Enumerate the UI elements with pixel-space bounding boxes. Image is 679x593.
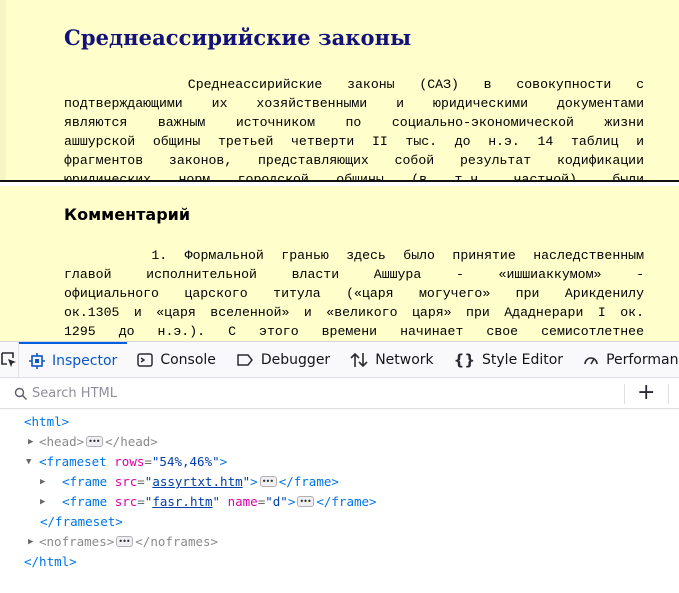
tag-text: </frameset>: [40, 514, 123, 529]
bottom-frame: Комментарий 1. Формальной гранью здесь б…: [0, 186, 679, 341]
tab-style-editor[interactable]: {} Style Editor: [444, 342, 573, 378]
expand-arrow-icon[interactable]: ▶: [28, 532, 33, 552]
intro-paragraph: Среднеассирийские законы (САЗ) в совокуп…: [64, 75, 644, 180]
text-line: являются важным источником по социально-…: [64, 115, 644, 130]
collapsed-content-icon[interactable]: [297, 492, 315, 512]
tag-text: </head>: [105, 434, 158, 449]
collapsed-content-icon[interactable]: [259, 472, 277, 492]
tag-text: <html>: [24, 414, 70, 429]
style-editor-icon: {}: [453, 350, 476, 369]
search-html-input[interactable]: [32, 386, 592, 401]
divider: [668, 384, 669, 404]
expand-arrow-icon[interactable]: ▶: [28, 432, 33, 452]
divider: [624, 384, 625, 404]
tab-network[interactable]: Network: [340, 342, 443, 378]
inspector-icon: [29, 352, 45, 369]
tree-node-frame[interactable]: ▶ <frame src="fasr.htm" name="d"></frame…: [40, 492, 377, 512]
text-line: 1. Формальной гранью здесь было принятие…: [64, 248, 644, 263]
text-line: официального царского титула («царя могу…: [64, 286, 644, 301]
tree-node-head[interactable]: ▶ <head></head>: [24, 432, 158, 452]
expand-arrow-icon[interactable]: ▶: [40, 492, 45, 512]
text-line: 1295 до н.э.). С этого времени начинает …: [64, 324, 644, 339]
tab-console[interactable]: Console: [127, 342, 226, 378]
tab-label: Style Editor: [482, 351, 564, 368]
tab-label: Inspector: [52, 352, 118, 369]
tag-text: </noframes>: [135, 534, 219, 549]
tag-text: </frame>: [316, 494, 377, 509]
collapse-arrow-icon[interactable]: ▼: [26, 452, 31, 472]
text-line: ок.1305 и «царя вселенной» и «великого ц…: [64, 305, 644, 320]
collapsed-content-icon[interactable]: [116, 532, 134, 552]
tag-text: <frame: [62, 474, 108, 489]
tag-text: </frame>: [278, 474, 339, 489]
performance-icon: [584, 356, 598, 364]
tab-inspector[interactable]: Inspector: [19, 341, 128, 378]
tag-text: <noframes>: [39, 534, 115, 549]
attr-value: "54%,46%": [151, 454, 220, 469]
tab-performance[interactable]: Performance: [573, 342, 679, 378]
tree-node-html-close[interactable]: </html>: [24, 552, 77, 572]
element-picker-icon: [1, 351, 16, 367]
top-frame: Среднеассирийские законы Среднеассирийск…: [0, 0, 679, 180]
tree-node-html[interactable]: <html>: [24, 412, 69, 432]
tab-label: Debugger: [260, 351, 331, 368]
attr-name: src: [114, 494, 138, 509]
attr-value: "d": [265, 494, 288, 509]
comment-title: Комментарий: [64, 205, 191, 224]
page-title: Среднеассирийские законы: [64, 25, 412, 50]
element-picker-button[interactable]: [0, 341, 19, 378]
tag-text: <frame: [62, 494, 108, 509]
add-node-button[interactable]: +: [637, 382, 655, 404]
src-link[interactable]: assyrtxt.htm: [152, 474, 242, 489]
text-line: главой исполнительной власти Ашшура - «и…: [64, 267, 644, 282]
tab-label: Network: [375, 351, 434, 368]
devtools-panel: Inspector Console Debugger Network {} St…: [0, 341, 679, 593]
tree-node-frame[interactable]: ▶ <frame src="assyrtxt.htm"></frame>: [40, 472, 339, 492]
tab-debugger[interactable]: Debugger: [226, 342, 340, 378]
tag-text: <frameset: [39, 454, 107, 469]
tree-node-frameset-close[interactable]: </frameset>: [40, 512, 123, 532]
tab-label: Console: [160, 351, 216, 368]
console-icon: [137, 352, 154, 367]
frame-edge: [0, 0, 6, 180]
collapsed-content-icon[interactable]: [86, 432, 104, 452]
src-link[interactable]: fasr.htm: [152, 494, 212, 509]
text-line: подтверждающими их хозяйственными и юрид…: [64, 96, 644, 111]
search-bar: +: [0, 379, 679, 409]
text-line: юридических норм городской общины (в т.ч…: [64, 172, 644, 180]
network-icon: [350, 352, 368, 367]
search-icon: [14, 387, 27, 400]
debugger-icon: [237, 353, 253, 366]
tree-node-frameset[interactable]: ▼ <frameset rows="54%,46%">: [24, 452, 227, 472]
comment-paragraph: 1. Формальной гранью здесь было принятие…: [64, 246, 644, 341]
text-line: Среднеассирийские законы (САЗ) в совокуп…: [64, 77, 644, 92]
text-line: ашшурской общины третьей четверти II тыс…: [64, 134, 644, 149]
attr-name: src: [114, 474, 138, 489]
text-line: фрагментов законов, представляющих собой…: [64, 153, 644, 168]
expand-arrow-icon[interactable]: ▶: [40, 472, 45, 492]
devtools-tabbar: Inspector Console Debugger Network {} St…: [0, 341, 679, 378]
attr-name: name: [227, 494, 258, 509]
tab-label: Performance: [606, 351, 679, 368]
attr-name: rows: [114, 454, 145, 469]
tag-text: </html>: [24, 554, 77, 569]
markup-tree: <html> ▶ <head></head> ▼ <frameset rows=…: [0, 410, 679, 593]
tree-node-noframes[interactable]: ▶ <noframes> </noframes>: [24, 532, 218, 552]
